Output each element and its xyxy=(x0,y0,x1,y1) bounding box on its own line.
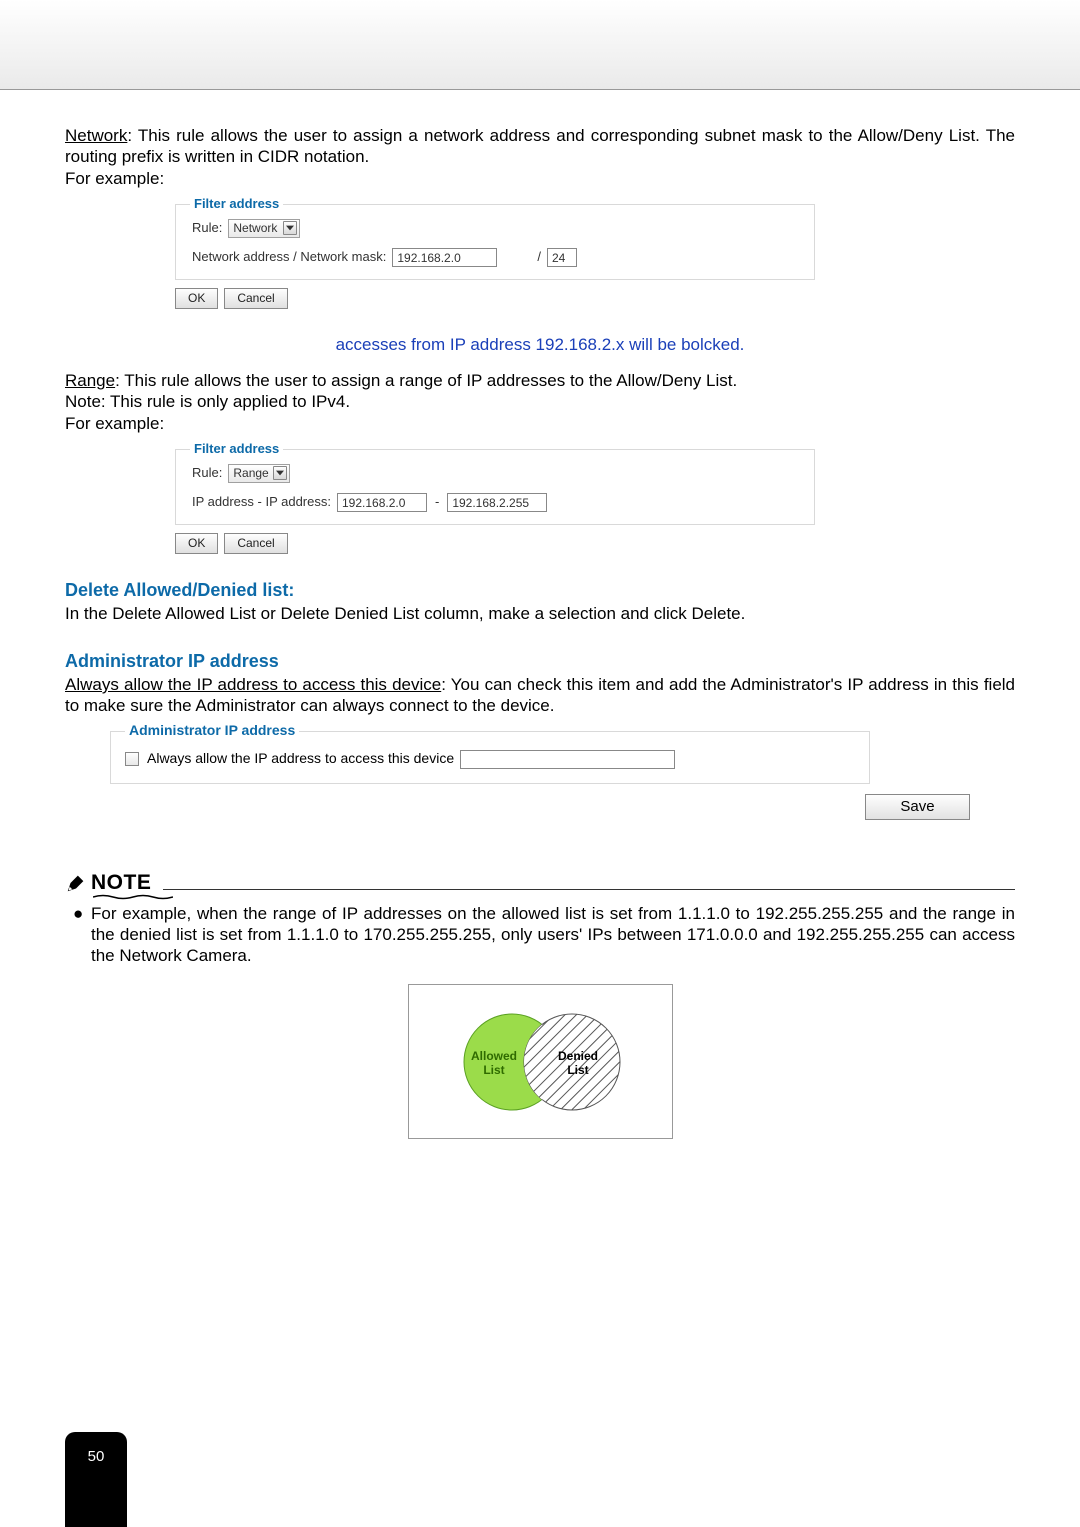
denied-label: Denied xyxy=(558,1049,598,1063)
network-button-row: OK Cancel xyxy=(175,288,1015,309)
rule-select[interactable]: Network xyxy=(228,219,300,238)
chevron-down-icon xyxy=(273,466,287,480)
always-allow-checkbox[interactable] xyxy=(125,752,139,766)
always-allow-label: Always allow the IP address to access th… xyxy=(147,750,454,768)
range-separator: - xyxy=(435,494,439,510)
wavy-underline-icon xyxy=(93,894,173,900)
rule-select[interactable]: Range xyxy=(228,464,290,483)
admin-ip-input[interactable] xyxy=(460,750,675,769)
allowed-label: Allowed xyxy=(471,1049,517,1063)
note-bullet-text: For example, when the range of IP addres… xyxy=(91,903,1015,967)
note-header: NOTE xyxy=(65,870,1015,896)
save-button[interactable]: Save xyxy=(865,794,970,821)
delete-desc: In the Delete Allowed List or Delete Den… xyxy=(65,603,1015,624)
ip-range-label: IP address - IP address: xyxy=(192,494,331,510)
fieldset-legend: Administrator IP address xyxy=(125,722,299,740)
range-paragraph: Range: This rule allows the user to assi… xyxy=(65,370,1015,391)
note-hr xyxy=(163,889,1015,890)
fieldset-legend: Filter address xyxy=(190,196,283,212)
admin-paragraph: Always allow the IP address to access th… xyxy=(65,674,1015,717)
filter-address-network-fieldset: Filter address Rule: Network Network add… xyxy=(175,204,815,280)
ok-button[interactable]: OK xyxy=(175,288,218,309)
network-caption: accesses from IP address 192.168.2.x wil… xyxy=(65,334,1015,355)
rule-select-value: Network xyxy=(233,221,277,236)
range-note: Note: This rule is only applied to IPv4. xyxy=(65,391,1015,412)
cancel-button[interactable]: Cancel xyxy=(224,533,287,554)
chevron-down-icon xyxy=(283,221,297,235)
network-desc-text: : This rule allows the user to assign a … xyxy=(65,126,1015,166)
rule-label: Rule: xyxy=(192,465,222,481)
fieldset-legend: Filter address xyxy=(190,441,283,457)
range-keyword: Range xyxy=(65,371,115,390)
mask-separator: / xyxy=(537,249,541,265)
bullet-icon: ● xyxy=(73,903,91,967)
rule-label: Rule: xyxy=(192,220,222,236)
ip-from-input[interactable]: 192.168.2.0 xyxy=(337,493,427,512)
filter-address-range-fieldset: Filter address Rule: Range IP address - … xyxy=(175,449,815,525)
for-example-2: For example: xyxy=(65,413,1015,434)
page-number: 50 xyxy=(88,1448,105,1465)
rule-select-value: Range xyxy=(233,466,268,481)
network-address-label: Network address / Network mask: xyxy=(192,249,386,265)
note-bullet: ● For example, when the range of IP addr… xyxy=(73,903,1015,967)
network-address-input[interactable]: 192.168.2.0 xyxy=(392,248,497,267)
list-label-2: List xyxy=(567,1063,588,1077)
range-desc-text: : This rule allows the user to assign a … xyxy=(115,371,737,390)
ok-button[interactable]: OK xyxy=(175,533,218,554)
range-button-row: OK Cancel xyxy=(175,533,1015,554)
delete-heading: Delete Allowed/Denied list: xyxy=(65,579,1015,602)
ip-to-input[interactable]: 192.168.2.255 xyxy=(447,493,547,512)
network-mask-input[interactable]: 24 xyxy=(547,248,577,267)
cancel-button[interactable]: Cancel xyxy=(224,288,287,309)
pen-icon xyxy=(65,872,87,894)
header-band xyxy=(0,0,1080,90)
page-number-tab: 50 xyxy=(65,1432,127,1527)
admin-heading: Administrator IP address xyxy=(65,650,1015,673)
admin-ip-fieldset: Administrator IP address Always allow th… xyxy=(110,731,870,784)
venn-diagram: Allowed List Denied List xyxy=(408,984,673,1139)
admin-keyword: Always allow the IP address to access th… xyxy=(65,675,441,694)
network-keyword: Network xyxy=(65,126,127,145)
list-label-1: List xyxy=(483,1063,504,1077)
network-paragraph: Network: This rule allows the user to as… xyxy=(65,125,1015,168)
for-example-1: For example: xyxy=(65,168,1015,189)
